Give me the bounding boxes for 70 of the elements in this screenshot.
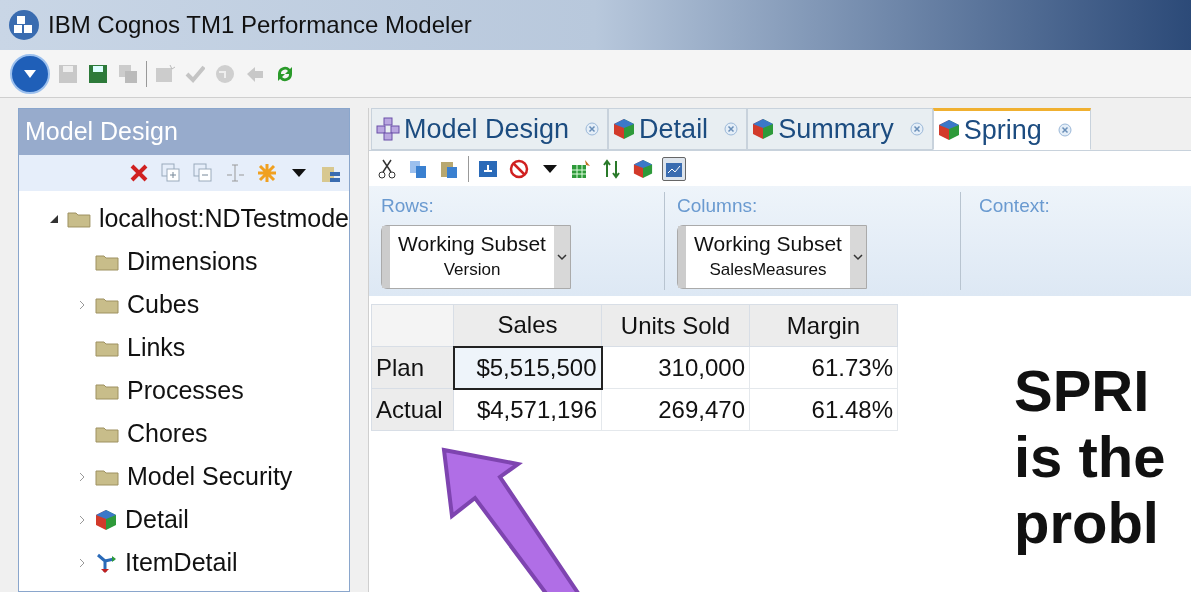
tab-label: Detail [639, 112, 709, 146]
chart-toggle-icon[interactable] [662, 156, 686, 181]
caret-icon [23, 68, 37, 79]
callout-text: SPRI [1014, 358, 1151, 424]
row-header: Actual [371, 388, 454, 431]
column-header: Units Sold [601, 304, 750, 347]
dimension-name: SalesMeasures [709, 258, 827, 281]
table-cell[interactable]: 61.48% [749, 388, 898, 431]
axis-label: Columns: [677, 194, 759, 218]
table-cell[interactable]: $5,515,500 [453, 346, 602, 389]
table-cell[interactable]: $4,571,196 [453, 388, 602, 431]
folder-icon [95, 295, 119, 314]
tree-item[interactable]: Model Security [127, 457, 293, 496]
tab-label: Model Design [404, 112, 570, 146]
cube-icon [752, 118, 775, 140]
folder-icon [95, 381, 119, 400]
table-cell[interactable]: 61.73% [749, 346, 898, 389]
column-header: Sales [453, 304, 602, 347]
expand-all-icon[interactable] [159, 161, 183, 185]
window-title: IBM Cognos TM1 Performance Modeler [48, 10, 472, 40]
close-icon[interactable] [585, 122, 600, 136]
expanded-arrow-icon[interactable] [49, 213, 59, 224]
callout-text: probl [1014, 490, 1160, 556]
tab-label: Summary [778, 112, 894, 146]
close-icon[interactable] [1057, 123, 1072, 137]
table-cell[interactable]: 269,470 [601, 388, 750, 431]
axis-label: Context: [979, 195, 1050, 216]
tab[interactable]: Detail [608, 108, 748, 150]
dimension-name: Version [443, 258, 501, 281]
chevron-icon [557, 252, 567, 261]
tree-item[interactable]: ItemDetail [125, 543, 238, 582]
subset-name: Working Subset [694, 230, 842, 257]
axis-label: Rows: [381, 194, 435, 218]
cube-icon [613, 118, 636, 140]
tree-item[interactable]: Chores [127, 414, 208, 453]
tab[interactable]: Spring [932, 108, 1091, 150]
menu-button[interactable] [10, 53, 50, 94]
tree-item[interactable]: Processes [127, 371, 244, 410]
tree-item[interactable]: Links [127, 328, 186, 367]
asterisk-icon[interactable] [255, 161, 279, 185]
cube-icon [95, 508, 117, 531]
column-header: Margin [749, 304, 898, 347]
chevron-icon [853, 252, 863, 261]
row-header: Plan [371, 346, 454, 389]
folder-icon [95, 424, 119, 443]
model-icon [376, 117, 400, 141]
tree-item[interactable]: Dimensions [127, 242, 258, 281]
panel-title: Model Design [25, 116, 178, 148]
collapse-all-icon[interactable] [191, 161, 215, 185]
tree-item[interactable]: Detail [125, 500, 189, 539]
tree-item[interactable]: localhost:NDTestmode [98, 199, 349, 238]
tree-item[interactable]: Cubes [127, 285, 200, 324]
tab[interactable]: Summary [747, 108, 933, 150]
folder-icon [95, 252, 119, 271]
folder-icon [95, 467, 119, 486]
link-icon [95, 551, 117, 574]
tab-label: Spring [963, 113, 1042, 147]
tab[interactable]: Model Design [371, 108, 609, 150]
app-icon [8, 9, 40, 41]
folder-icon [66, 209, 91, 228]
table-cell[interactable]: 310,000 [601, 346, 750, 389]
folder-icon [95, 338, 119, 357]
subset-selector[interactable]: Working Subset SalesMeasures [677, 224, 867, 289]
cube-icon [937, 119, 960, 141]
subset-selector[interactable]: Working Subset Version [381, 224, 571, 289]
cube-icon [633, 158, 653, 179]
callout-text: is the [1014, 424, 1166, 490]
close-icon[interactable] [909, 122, 924, 136]
subset-name: Working Subset [398, 230, 546, 257]
close-icon[interactable] [724, 122, 739, 136]
